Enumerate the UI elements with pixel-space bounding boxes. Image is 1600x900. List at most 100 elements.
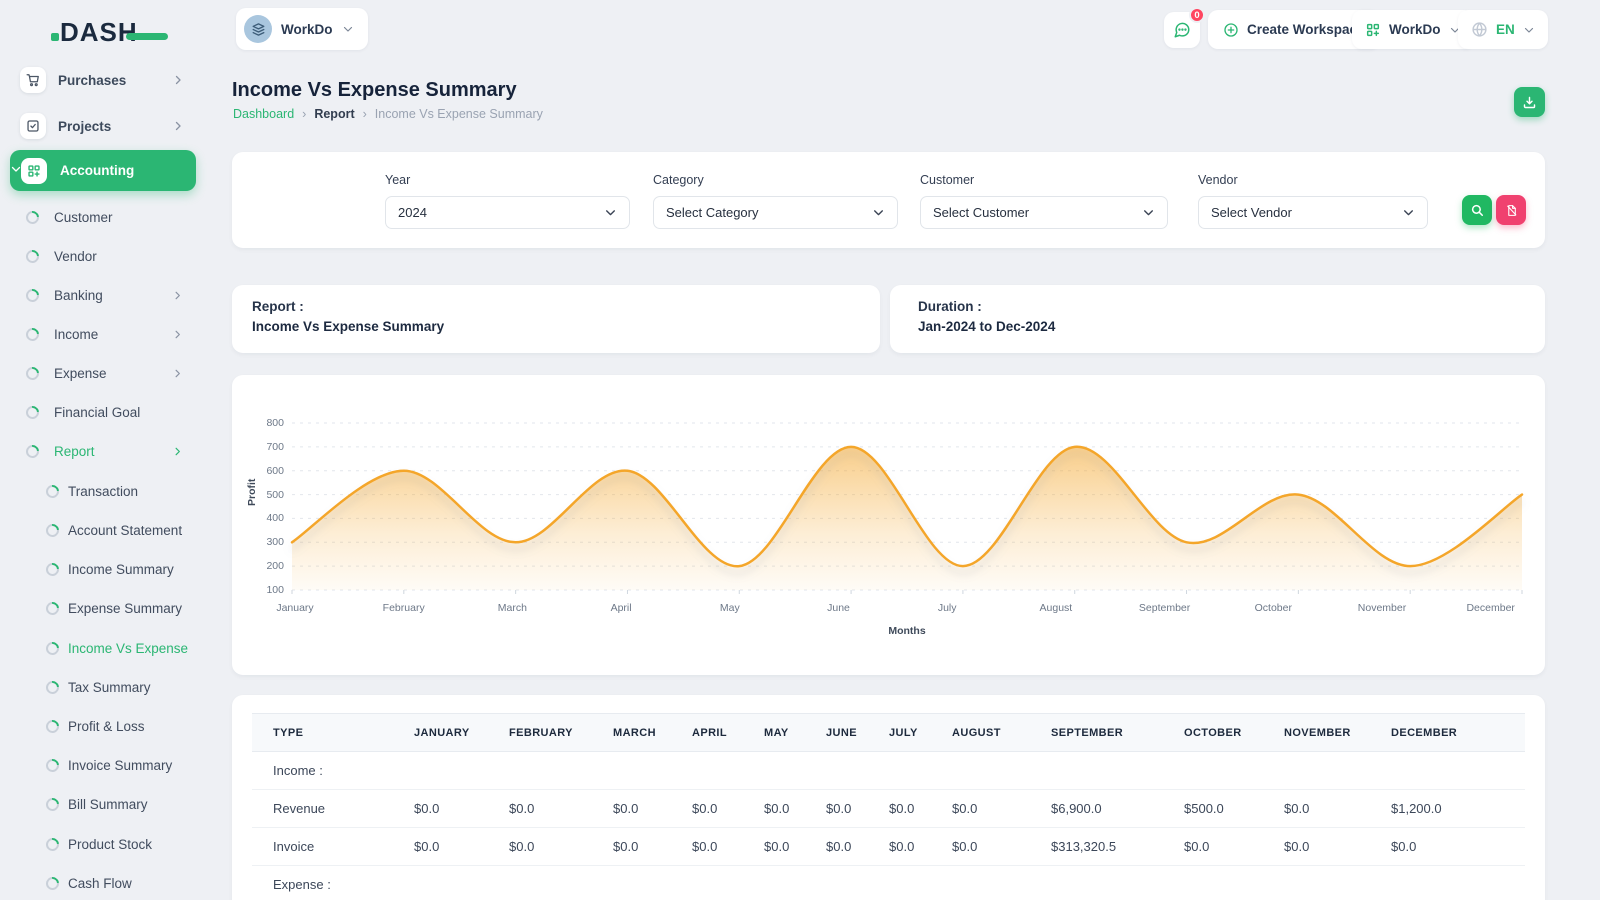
sidebar-item-income-vs-expense[interactable]: Income Vs Expense — [0, 634, 210, 662]
sidebar-item-expense-summary[interactable]: Expense Summary — [0, 594, 210, 622]
sidebar-item-transaction[interactable]: Transaction — [0, 477, 210, 505]
bullet-icon — [43, 678, 61, 696]
grid-plus-icon — [1365, 22, 1381, 38]
y-tick-label: 200 — [232, 560, 284, 572]
check-square-icon — [20, 113, 46, 139]
col-april: APRIL — [692, 714, 764, 752]
sidebar-item-tax-summary[interactable]: Tax Summary — [0, 673, 210, 701]
x-tick-label: February — [383, 602, 425, 614]
globe-icon — [1471, 21, 1488, 38]
income-expense-table: TYPE JANUARY FEBRUARY MARCH APRIL MAY JU… — [252, 713, 1525, 900]
x-axis: JanuaryFebruaryMarchAprilMayJuneJulyAugu… — [292, 602, 1522, 616]
table-header-row: TYPE JANUARY FEBRUARY MARCH APRIL MAY JU… — [252, 714, 1525, 752]
x-tick-label: March — [498, 602, 527, 614]
bullet-icon — [43, 521, 61, 539]
bullet-icon — [43, 560, 61, 578]
sidebar-item-purchases[interactable]: Purchases — [0, 66, 210, 94]
download-icon — [1522, 95, 1537, 110]
sidebar-item-report[interactable]: Report — [0, 437, 210, 465]
breadcrumb-report[interactable]: Report — [314, 107, 354, 121]
category-select[interactable]: Select Category — [653, 196, 898, 229]
x-tick-label: June — [827, 602, 850, 614]
sidebar-item-projects[interactable]: Projects — [0, 112, 210, 140]
breadcrumb-dashboard[interactable]: Dashboard — [233, 107, 294, 121]
filter-search-button[interactable] — [1462, 195, 1492, 225]
bullet-icon — [43, 717, 61, 735]
sidebar-item-account-statement[interactable]: Account Statement — [0, 516, 210, 544]
filter-reset-button[interactable] — [1496, 195, 1526, 225]
bullet-icon — [43, 874, 61, 892]
app-screen: DASH Purchases Projects Accounting — [0, 0, 1600, 900]
y-tick-label: 300 — [232, 536, 284, 548]
breadcrumb-current: Income Vs Expense Summary — [375, 107, 543, 121]
sidebar-item-bill-summary[interactable]: Bill Summary — [0, 790, 210, 818]
workspace-menu-button[interactable]: WorkDo — [1352, 10, 1474, 49]
col-september: SEPTEMBER — [1051, 714, 1184, 752]
sidebar-item-product-stock[interactable]: Product Stock — [0, 830, 210, 858]
duration-value: Jan-2024 to Dec-2024 — [918, 319, 1517, 334]
customer-select[interactable]: Select Customer — [920, 196, 1168, 229]
y-tick-label: 700 — [232, 441, 284, 453]
chat-icon — [1173, 21, 1191, 39]
col-november: NOVEMBER — [1284, 714, 1391, 752]
sidebar-item-banking[interactable]: Banking — [0, 281, 210, 309]
bullet-icon — [43, 599, 61, 617]
y-tick-label: 800 — [232, 417, 284, 429]
sidebar-item-accounting[interactable]: Accounting — [10, 150, 196, 191]
x-tick-label: October — [1255, 602, 1292, 614]
y-tick-label: 500 — [232, 489, 284, 501]
export-download-button[interactable] — [1514, 87, 1545, 117]
x-tick-label: September — [1139, 602, 1190, 614]
col-march: MARCH — [613, 714, 692, 752]
sidebar-item-profit-loss[interactable]: Profit & Loss — [0, 712, 210, 740]
sidebar-item-income[interactable]: Income — [0, 320, 210, 348]
bullet-icon — [43, 482, 61, 500]
profit-area-chart — [292, 423, 1522, 595]
col-june: JUNE — [826, 714, 889, 752]
x-tick-label: May — [720, 602, 740, 614]
sidebar-item-invoice-summary[interactable]: Invoice Summary — [0, 751, 210, 779]
messages-button[interactable]: 0 — [1164, 12, 1200, 48]
duration-summary-card: Duration : Jan-2024 to Dec-2024 — [890, 285, 1545, 353]
customer-label: Customer — [920, 173, 974, 187]
vendor-select[interactable]: Select Vendor — [1198, 196, 1428, 229]
x-axis-title: Months — [292, 625, 1522, 637]
col-january: JANUARY — [414, 714, 509, 752]
chat-badge: 0 — [1189, 7, 1205, 23]
chevron-right-icon — [172, 290, 183, 301]
sidebar-item-customer[interactable]: Customer — [0, 203, 210, 231]
x-tick-label: August — [1040, 602, 1073, 614]
chevron-down-icon — [1523, 24, 1535, 36]
table-row-revenue: Revenue $0.0 $0.0 $0.0 $0.0 $0.0 $0.0 $0… — [252, 790, 1525, 828]
report-summary-card: Report : Income Vs Expense Summary — [232, 285, 880, 353]
duration-label: Duration : — [918, 299, 1517, 314]
bullet-icon — [23, 364, 41, 382]
chevron-right-icon — [172, 446, 183, 457]
bullet-icon — [23, 286, 41, 304]
y-tick-label: 100 — [232, 584, 284, 596]
sidebar: DASH Purchases Projects Accounting — [0, 0, 210, 900]
logo-text: DASH — [60, 17, 138, 47]
sidebar-item-financial-goal[interactable]: Financial Goal — [0, 398, 210, 426]
col-july: JULY — [889, 714, 952, 752]
col-october: OCTOBER — [1184, 714, 1284, 752]
chevron-right-icon — [172, 329, 183, 340]
sidebar-item-income-summary[interactable]: Income Summary — [0, 555, 210, 583]
clear-filter-icon — [1505, 204, 1518, 217]
year-label: Year — [385, 173, 410, 187]
cart-icon — [20, 67, 46, 93]
page-title: Income Vs Expense Summary — [232, 79, 517, 102]
profit-chart-card: Profit 800700600500400300200100 JanuaryF… — [232, 375, 1545, 675]
sidebar-item-expense[interactable]: Expense — [0, 359, 210, 387]
filter-panel: Year 2024 Category Select Category Custo… — [232, 152, 1545, 248]
plus-circle-icon — [1223, 22, 1239, 38]
col-type: TYPE — [252, 714, 414, 752]
chevron-right-icon — [172, 120, 184, 132]
workspace-switcher[interactable]: WorkDo — [236, 8, 368, 50]
language-selector[interactable]: EN — [1458, 10, 1548, 49]
year-select[interactable]: 2024 — [385, 196, 630, 229]
app-logo[interactable]: DASH — [50, 12, 170, 53]
sidebar-item-vendor[interactable]: Vendor — [0, 242, 210, 270]
chevron-right-icon — [172, 74, 184, 86]
sidebar-item-cash-flow[interactable]: Cash Flow — [0, 869, 210, 897]
